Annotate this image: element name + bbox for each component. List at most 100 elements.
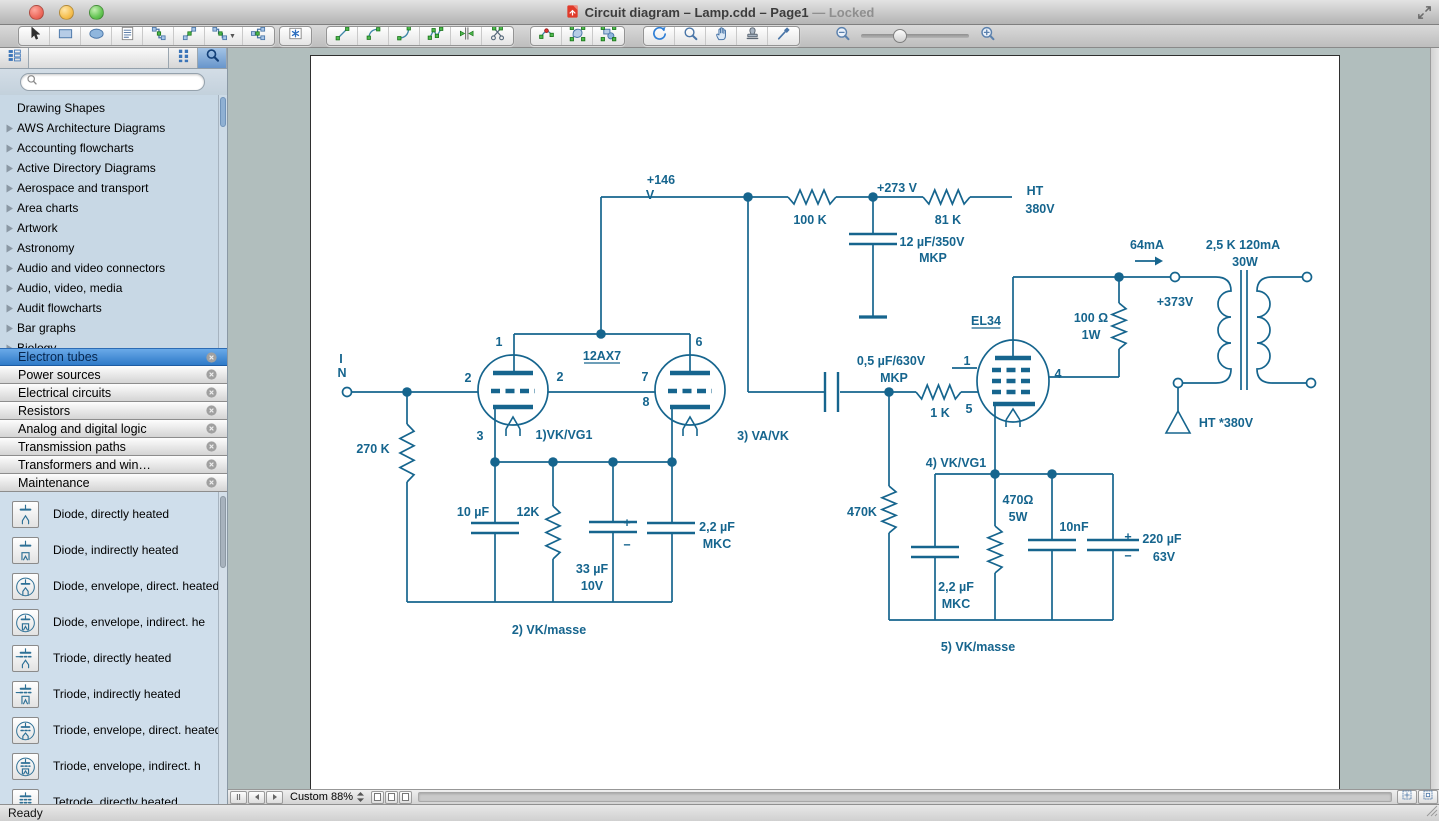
disclosure-icon[interactable]: [5, 264, 17, 273]
pan-button[interactable]: [706, 27, 737, 45]
shapes-scrollbar[interactable]: [218, 492, 227, 804]
library-item[interactable]: Astronomy: [0, 238, 227, 258]
shape-item[interactable]: Diode, indirectly heated: [0, 532, 227, 568]
edit-points-button[interactable]: [531, 27, 562, 45]
disclosure-icon[interactable]: [5, 124, 17, 133]
disclosure-icon[interactable]: [5, 144, 17, 153]
sidebar-tab-search[interactable]: [198, 48, 227, 68]
library-scrollbar[interactable]: [218, 95, 227, 348]
prev-page-button[interactable]: [248, 791, 265, 804]
open-library-row[interactable]: Electron tubes: [0, 348, 227, 366]
split-button[interactable]: [451, 27, 482, 45]
disclosure-icon[interactable]: [5, 304, 17, 313]
zoom-in-icon[interactable]: [979, 25, 996, 47]
library-item[interactable]: Bar graphs: [0, 318, 227, 338]
close-icon[interactable]: [205, 458, 218, 471]
resize-grip-icon[interactable]: [1425, 804, 1438, 820]
shape-item[interactable]: Triode, indirectly heated: [0, 676, 227, 712]
disclosure-icon[interactable]: [5, 204, 17, 213]
stamp-button[interactable]: [737, 27, 768, 45]
disclosure-icon[interactable]: [5, 284, 17, 293]
disclosure-icon[interactable]: [5, 344, 17, 349]
library-item[interactable]: Audit flowcharts: [0, 298, 227, 318]
disclosure-icon[interactable]: [5, 224, 17, 233]
open-library-row[interactable]: Transmission paths: [0, 438, 227, 456]
diode-env-indirect-icon[interactable]: [12, 609, 39, 636]
close-icon[interactable]: [205, 422, 218, 435]
close-icon[interactable]: [205, 368, 218, 381]
triode-indirect-icon[interactable]: [12, 681, 39, 708]
sidebar-tab-tree-view[interactable]: [0, 48, 29, 68]
search-input[interactable]: [38, 76, 204, 88]
library-item[interactable]: Biology: [0, 338, 227, 348]
bezier-button[interactable]: [389, 27, 420, 45]
triode-env-indirect-icon[interactable]: [12, 753, 39, 780]
triode-env-direct-icon[interactable]: [12, 717, 39, 744]
shape-item[interactable]: Triode, envelope, direct. heated: [0, 712, 227, 748]
group-button[interactable]: [593, 27, 624, 45]
actual-size-button[interactable]: [1418, 790, 1438, 804]
open-library-row[interactable]: Electrical circuits: [0, 384, 227, 402]
disclosure-icon[interactable]: [5, 244, 17, 253]
open-library-row[interactable]: Transformers and win…: [0, 456, 227, 474]
shape-item[interactable]: Diode, envelope, direct. heated: [0, 568, 227, 604]
library-item[interactable]: Aerospace and transport: [0, 178, 227, 198]
close-icon[interactable]: [205, 476, 218, 489]
tetrode-direct-icon[interactable]: [12, 789, 39, 805]
library-item[interactable]: Accounting flowcharts: [0, 138, 227, 158]
open-library-row[interactable]: Analog and digital logic: [0, 420, 227, 438]
text-button[interactable]: [112, 27, 143, 45]
library-item[interactable]: Audio and video connectors: [0, 258, 227, 278]
diode-env-direct-icon[interactable]: [12, 573, 39, 600]
library-item[interactable]: Drawing Shapes: [0, 98, 227, 118]
shape-item[interactable]: Diode, envelope, indirect. he: [0, 604, 227, 640]
line-button[interactable]: [327, 27, 358, 45]
diode-direct-icon[interactable]: [12, 501, 39, 528]
sidebar-tab-grid-view[interactable]: [169, 48, 198, 68]
open-library-row[interactable]: Power sources: [0, 366, 227, 384]
arc-button[interactable]: [358, 27, 389, 45]
open-library-row[interactable]: Maintenance: [0, 474, 227, 492]
disclosure-icon[interactable]: [5, 324, 17, 333]
smart-connector-button[interactable]: ▼: [205, 27, 243, 45]
library-item[interactable]: Active Directory Diagrams: [0, 158, 227, 178]
direct-connector-button[interactable]: [174, 27, 205, 45]
zoom-level-select[interactable]: Custom 88%: [290, 791, 353, 803]
disclosure-icon[interactable]: [5, 164, 17, 173]
document-page[interactable]: [310, 55, 1340, 789]
insert-object-button[interactable]: [280, 27, 311, 45]
library-item[interactable]: AWS Architecture Diagrams: [0, 118, 227, 138]
cut-button[interactable]: [482, 27, 513, 45]
close-icon[interactable]: [205, 386, 218, 399]
shape-item[interactable]: Triode, envelope, indirect. h: [0, 748, 227, 784]
fullscreen-icon[interactable]: [1416, 4, 1434, 22]
horizontal-scrollbar[interactable]: [418, 792, 1392, 802]
zoom-tool-button[interactable]: [675, 27, 706, 45]
zoom-out-icon[interactable]: [834, 25, 851, 47]
polyline-button[interactable]: [420, 27, 451, 45]
search-field[interactable]: [20, 73, 205, 91]
zoom-slider-thumb[interactable]: [893, 29, 907, 43]
open-library-row[interactable]: Resistors: [0, 402, 227, 420]
elbow-connector-button[interactable]: [143, 27, 174, 45]
diode-indirect-icon[interactable]: [12, 537, 39, 564]
shape-item[interactable]: Triode, directly heated: [0, 640, 227, 676]
continuous-view-button[interactable]: [385, 791, 398, 804]
disclosure-icon[interactable]: [5, 184, 17, 193]
next-page-button[interactable]: [266, 791, 283, 804]
library-item[interactable]: Audio, video, media: [0, 278, 227, 298]
shape-item[interactable]: Tetrode, directly heated: [0, 784, 227, 804]
close-icon[interactable]: [205, 351, 218, 364]
zoom-slider-track[interactable]: [861, 34, 969, 38]
rotate-button[interactable]: [644, 27, 675, 45]
edit-shape-button[interactable]: [562, 27, 593, 45]
two-page-view-button[interactable]: [399, 791, 412, 804]
library-item[interactable]: Artwork: [0, 218, 227, 238]
rectangle-button[interactable]: [50, 27, 81, 45]
close-icon[interactable]: [205, 440, 218, 453]
tree-connector-button[interactable]: [243, 27, 274, 45]
eyedropper-button[interactable]: [768, 27, 799, 45]
triode-direct-icon[interactable]: [12, 645, 39, 672]
zoom-stepper[interactable]: [356, 791, 365, 803]
library-item[interactable]: Area charts: [0, 198, 227, 218]
